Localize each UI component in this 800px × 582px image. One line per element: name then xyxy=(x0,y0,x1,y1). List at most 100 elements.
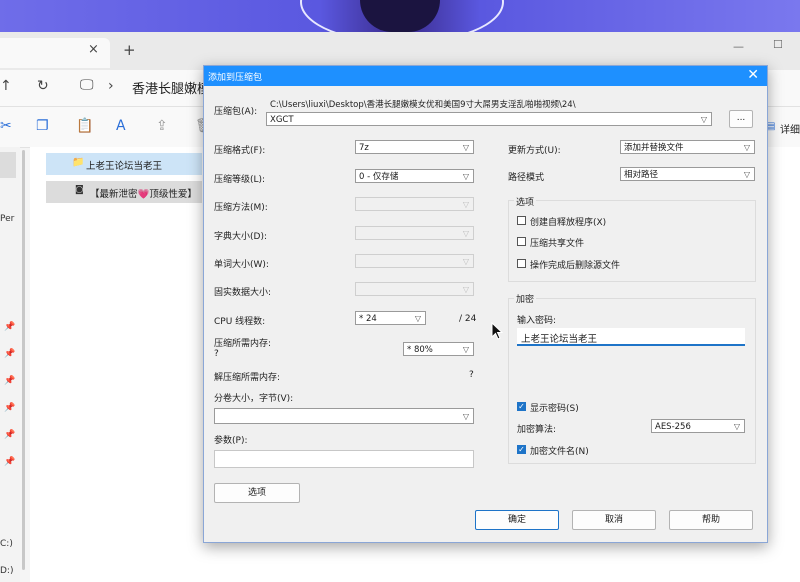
solid-block-label: 固实数据大小: xyxy=(214,288,272,298)
minimize-icon[interactable]: — xyxy=(733,40,744,53)
cpu-threads-label: CPU 线程数: xyxy=(214,317,266,327)
chevron-down-icon: ▽ xyxy=(462,345,469,354)
level-label: 压缩等级(L): xyxy=(214,175,266,185)
help-button[interactable]: 帮助 xyxy=(669,510,753,530)
password-input[interactable]: 上老王论坛当老王 xyxy=(517,328,745,346)
level-value: 0 - 仅存储 xyxy=(359,172,399,182)
pin-icon: 📌 xyxy=(4,403,16,413)
decompress-memory-label: 解压缩所需内存: xyxy=(214,373,281,383)
delete-after-label: 操作完成后删除源文件 xyxy=(530,261,621,271)
path-mode-label: 路径模式 xyxy=(508,173,545,183)
archive-name-value: XGCT xyxy=(270,115,294,125)
password-value: 上老王论坛当老王 xyxy=(521,334,598,345)
sfx-label: 创建自释放程序(X) xyxy=(530,218,607,228)
path-mode-select[interactable]: 相对路径 ▽ xyxy=(620,167,755,181)
ok-button[interactable]: 确定 xyxy=(475,510,559,530)
desktop-wallpaper xyxy=(0,0,800,44)
shared-files-label: 压缩共享文件 xyxy=(530,239,585,249)
show-password-checkbox[interactable]: ✓ xyxy=(517,402,526,411)
word-size-select: ▽ xyxy=(355,254,474,268)
compress-memory-value: ? xyxy=(214,349,219,359)
dictionary-select: ▽ xyxy=(355,226,474,240)
rename-icon[interactable]: A xyxy=(116,118,126,134)
drive-d[interactable]: D:) xyxy=(0,566,13,576)
volume-size-combo[interactable]: ▽ xyxy=(214,408,474,424)
add-to-archive-dialog: 添加到压缩包 ✕ 压缩包(A): C:\Users\liuxi\Desktop\… xyxy=(203,65,768,543)
breadcrumb-path[interactable]: 香港长腿嫩模 xyxy=(132,78,210,97)
update-mode-select[interactable]: 添加并替换文件 ▽ xyxy=(620,140,755,154)
pin-icon: 📌 xyxy=(4,376,16,386)
format-label: 压缩格式(F): xyxy=(214,146,266,156)
method-select: ▽ xyxy=(355,197,474,211)
algorithm-label: 加密算法: xyxy=(517,425,557,435)
path-mode-value: 相对路径 xyxy=(624,170,659,180)
pin-icon: 📌 xyxy=(4,430,16,440)
cut-icon[interactable]: ✂ xyxy=(0,118,12,134)
word-size-label: 单词大小(W): xyxy=(214,260,269,270)
sfx-checkbox[interactable] xyxy=(517,216,526,225)
maximize-icon[interactable]: ☐ xyxy=(773,38,783,51)
chevron-down-icon: ▽ xyxy=(414,314,421,323)
memory-usage-value: * 80% xyxy=(407,345,433,355)
dialog-title: 添加到压缩包 xyxy=(208,73,263,83)
pin-icon: 📌 xyxy=(4,457,16,467)
format-select[interactable]: 7z ▽ xyxy=(355,140,474,154)
folder-icon: 📁 xyxy=(72,157,85,168)
chevron-down-icon: ▽ xyxy=(462,412,469,421)
chevron-down-icon: ▽ xyxy=(462,229,469,238)
encrypt-names-label: 加密文件名(N) xyxy=(530,447,589,457)
paste-icon[interactable]: 📋 xyxy=(76,118,93,134)
drive-c[interactable]: C:) xyxy=(0,539,13,549)
shared-files-checkbox[interactable] xyxy=(517,237,526,246)
dialog-titlebar[interactable]: 添加到压缩包 ✕ xyxy=(204,66,767,86)
chevron-down-icon: ▽ xyxy=(462,257,469,266)
new-tab-icon[interactable]: + xyxy=(123,41,136,59)
memory-usage-select[interactable]: * 80% ▽ xyxy=(403,342,474,356)
pin-icon: 📌 xyxy=(4,349,16,359)
cancel-button[interactable]: 取消 xyxy=(572,510,656,530)
list-item-name: 上老王论坛当老王 xyxy=(86,161,163,172)
up-arrow-icon[interactable]: ↑ xyxy=(0,78,12,94)
options-button[interactable]: 选项 xyxy=(214,483,300,503)
parameters-input[interactable] xyxy=(214,450,474,468)
scrollbar[interactable] xyxy=(22,150,25,570)
level-select[interactable]: 0 - 仅存储 ▽ xyxy=(355,169,474,183)
algorithm-select[interactable]: AES-256 ▽ xyxy=(651,419,745,433)
navigation-pane xyxy=(0,147,20,582)
tab-close-icon[interactable]: × xyxy=(88,42,99,57)
chevron-down-icon[interactable]: ▽ xyxy=(701,113,707,125)
chevron-down-icon: ▽ xyxy=(743,170,750,179)
cpu-threads-value: * 24 xyxy=(359,314,377,324)
chevron-down-icon: ▽ xyxy=(743,143,750,152)
chevron-down-icon: ▽ xyxy=(733,422,740,431)
options-group-title: 选项 xyxy=(514,195,537,208)
browse-button[interactable]: ... xyxy=(729,110,753,128)
cpu-threads-select[interactable]: * 24 ▽ xyxy=(355,311,426,325)
share-icon[interactable]: ⇪ xyxy=(156,118,168,134)
copy-icon[interactable]: ❐ xyxy=(36,118,49,134)
decompress-memory-value: ? xyxy=(469,370,474,380)
cpu-threads-max: / 24 xyxy=(459,314,477,324)
file-icon: ◙ xyxy=(75,185,84,195)
sidebar-label[interactable]: Per xyxy=(0,214,14,224)
sidebar-selected-item[interactable] xyxy=(0,152,16,178)
monitor-icon[interactable]: 🖵 xyxy=(80,77,94,93)
chevron-down-icon: ▽ xyxy=(462,172,469,181)
encrypt-names-checkbox[interactable]: ✓ xyxy=(517,445,526,454)
delete-after-checkbox[interactable] xyxy=(517,259,526,268)
update-mode-value: 添加并替换文件 xyxy=(624,143,684,153)
volume-size-label: 分卷大小，字节(V): xyxy=(214,394,294,404)
refresh-icon[interactable]: ↻ xyxy=(37,78,49,94)
mouse-cursor-icon xyxy=(491,322,503,340)
solid-block-select: ▽ xyxy=(355,282,474,296)
password-label: 输入密码: xyxy=(517,316,557,326)
pin-icon: 📌 xyxy=(4,322,16,332)
archive-label: 压缩包(A): xyxy=(214,107,258,117)
chevron-down-icon: ▽ xyxy=(462,200,469,209)
parameters-label: 参数(P): xyxy=(214,436,248,446)
details-label[interactable]: 详细 xyxy=(780,121,800,136)
list-item-name: 【最新泄密💗顶级性爱】 xyxy=(90,189,197,200)
archive-name-combo[interactable]: XGCT ▽ xyxy=(266,112,712,126)
update-mode-label: 更新方式(U): xyxy=(508,146,561,156)
close-icon[interactable]: ✕ xyxy=(747,67,759,83)
